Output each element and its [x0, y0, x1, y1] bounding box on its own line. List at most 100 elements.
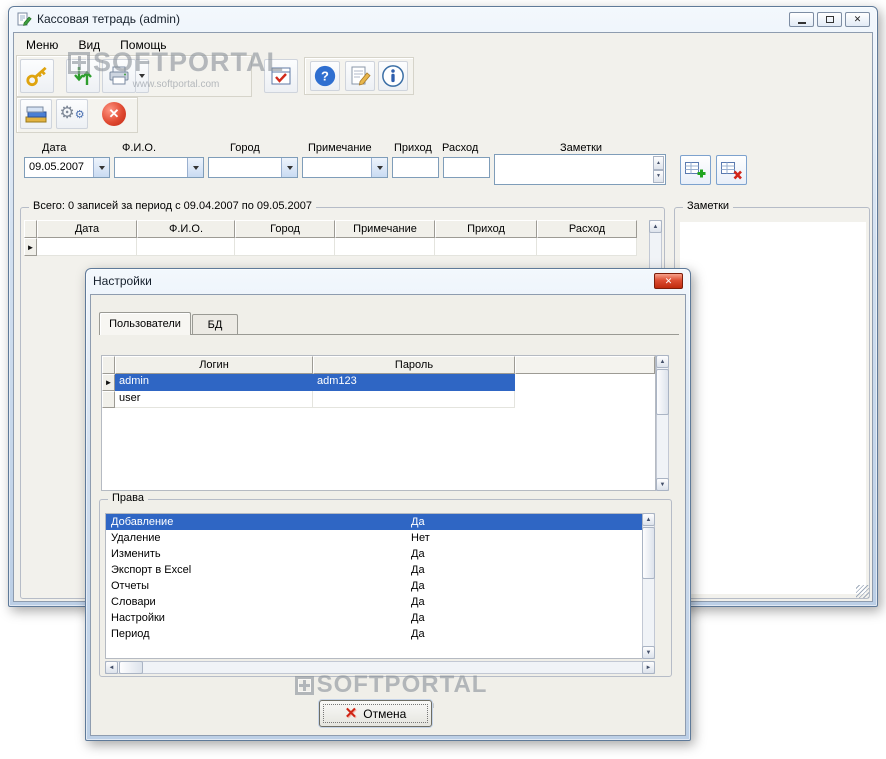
- column-header-login: Логин: [115, 356, 313, 374]
- users-grid: Логин Пароль ► admin adm123 user: [101, 355, 656, 491]
- rights-row[interactable]: Изменить Да: [106, 546, 643, 562]
- chevron-down-icon: [98, 165, 105, 170]
- delete-record-icon: [720, 160, 743, 181]
- minimize-button[interactable]: [789, 11, 814, 27]
- scroll-right-button[interactable]: ►: [642, 661, 655, 674]
- dialog-client-area: Пользователи БД Логин Пароль ► admin adm…: [90, 294, 686, 736]
- period-check-toolbar-button[interactable]: [264, 59, 298, 93]
- scroll-down-button[interactable]: ▼: [656, 478, 669, 491]
- help-icon: ?: [313, 64, 337, 88]
- row-selector-icon: ►: [102, 374, 115, 391]
- rights-group-label: Права: [108, 492, 148, 504]
- cancel-button[interactable]: ✕ Отмена: [319, 700, 432, 727]
- dialog-close-button[interactable]: ✕: [654, 273, 683, 289]
- note-filter-combobox[interactable]: [302, 157, 388, 178]
- expense-filter-label: Расход: [442, 142, 479, 154]
- menu-bar: Меню Вид Помощь: [14, 33, 872, 55]
- chevron-down-icon: [376, 165, 383, 170]
- cancel-icon: ✕: [102, 102, 126, 126]
- right-name: Изменить: [111, 548, 161, 560]
- add-record-button[interactable]: [680, 155, 711, 185]
- scroll-thumb[interactable]: [119, 661, 143, 674]
- exit-toolbar-button[interactable]: ✕: [98, 99, 130, 129]
- menu-item-menu[interactable]: Меню: [26, 38, 58, 52]
- refresh-toolbar-button[interactable]: [66, 59, 100, 93]
- app-icon: [16, 11, 32, 27]
- scroll-up-button[interactable]: ▲: [649, 220, 662, 233]
- users-row-admin[interactable]: ► admin adm123: [102, 374, 515, 391]
- main-titlebar[interactable]: Кассовая тетрадь (admin) ✕: [9, 7, 877, 31]
- cell-fio: [137, 238, 235, 256]
- fio-filter-combobox[interactable]: [114, 157, 204, 178]
- dictionaries-toolbar-button[interactable]: [20, 99, 52, 129]
- info-toolbar-button[interactable]: [378, 61, 408, 91]
- city-filter-combobox[interactable]: [208, 157, 298, 178]
- date-filter-combobox[interactable]: 09.05.2007: [24, 157, 110, 178]
- dialog-titlebar[interactable]: Настройки ✕: [86, 269, 690, 293]
- scroll-thumb[interactable]: [656, 369, 669, 415]
- tab-db[interactable]: БД: [192, 314, 238, 335]
- dialog-title: Настройки: [93, 274, 152, 288]
- rights-row[interactable]: Период Да: [106, 626, 643, 642]
- chevron-down-icon: [192, 165, 199, 170]
- printer-icon: [107, 64, 131, 88]
- row-selector-cell: [102, 391, 115, 408]
- desktop: Кассовая тетрадь (admin) ✕ Меню Вид Помо…: [0, 0, 886, 759]
- scroll-up-button[interactable]: ▲: [642, 513, 655, 526]
- notes-filter-label: Заметки: [560, 142, 603, 154]
- books-icon: [23, 102, 49, 126]
- right-name: Словари: [111, 596, 156, 608]
- tab-db-label: БД: [207, 319, 223, 331]
- date-filter-label: Дата: [42, 142, 67, 154]
- column-header-password: Пароль: [313, 356, 515, 374]
- maximize-button[interactable]: [817, 11, 842, 27]
- scroll-left-button[interactable]: ◄: [105, 661, 118, 674]
- settings-toolbar-button[interactable]: ⚙⚙: [56, 99, 88, 129]
- resize-grip[interactable]: [856, 585, 869, 598]
- menu-item-help[interactable]: Помощь: [120, 38, 166, 52]
- spin-down-button[interactable]: ▼: [653, 169, 664, 183]
- scroll-up-button[interactable]: ▲: [656, 355, 669, 368]
- rights-row[interactable]: Настройки Да: [106, 610, 643, 626]
- focus-rectangle: [323, 704, 428, 723]
- spin-up-button[interactable]: ▲: [653, 156, 664, 170]
- notes-filter-input[interactable]: ▲ ▼: [494, 154, 666, 185]
- gears-icon: ⚙⚙: [59, 103, 85, 122]
- rights-hscrollbar[interactable]: [105, 661, 655, 674]
- help-toolbar-button[interactable]: ?: [310, 61, 340, 91]
- delete-record-button[interactable]: [716, 155, 747, 185]
- scroll-down-button[interactable]: ▼: [642, 646, 655, 659]
- rights-row[interactable]: Отчеты Да: [106, 578, 643, 594]
- rights-row[interactable]: Добавление Да: [106, 514, 643, 530]
- print-toolbar-button[interactable]: [102, 59, 136, 93]
- fio-dropdown-button[interactable]: [187, 158, 203, 177]
- date-dropdown-button[interactable]: [93, 158, 109, 177]
- city-dropdown-button[interactable]: [281, 158, 297, 177]
- login-cell: user: [115, 391, 313, 408]
- notes-memo[interactable]: [680, 222, 866, 594]
- rights-row[interactable]: Удаление Нет: [106, 530, 643, 546]
- grid-corner-cell: [102, 356, 115, 374]
- income-filter-label: Приход: [394, 142, 432, 154]
- income-filter-input[interactable]: [392, 157, 439, 178]
- login-cell: admin: [115, 374, 313, 391]
- key-icon: [24, 63, 50, 89]
- right-value: Да: [411, 628, 425, 640]
- edit-toolbar-button[interactable]: [345, 61, 375, 91]
- close-button[interactable]: ✕: [845, 11, 870, 27]
- column-header-fio: Ф.И.О.: [137, 220, 235, 238]
- scroll-thumb[interactable]: [642, 527, 655, 579]
- expense-filter-input[interactable]: [443, 157, 490, 178]
- rights-row[interactable]: Словари Да: [106, 594, 643, 610]
- print-dropdown-button[interactable]: [136, 59, 149, 93]
- rights-row[interactable]: Экспорт в Excel Да: [106, 562, 643, 578]
- password-cell: [313, 391, 515, 408]
- records-empty-row[interactable]: ►: [24, 238, 637, 256]
- tab-users[interactable]: Пользователи: [99, 312, 191, 335]
- menu-item-view[interactable]: Вид: [78, 38, 100, 52]
- rights-groupbox: Права Добавление Да Удаление Нет Изменит…: [99, 492, 672, 677]
- users-row-user[interactable]: user: [102, 391, 515, 408]
- note-filter-value: [303, 158, 371, 177]
- key-toolbar-button[interactable]: [20, 59, 54, 93]
- note-dropdown-button[interactable]: [371, 158, 387, 177]
